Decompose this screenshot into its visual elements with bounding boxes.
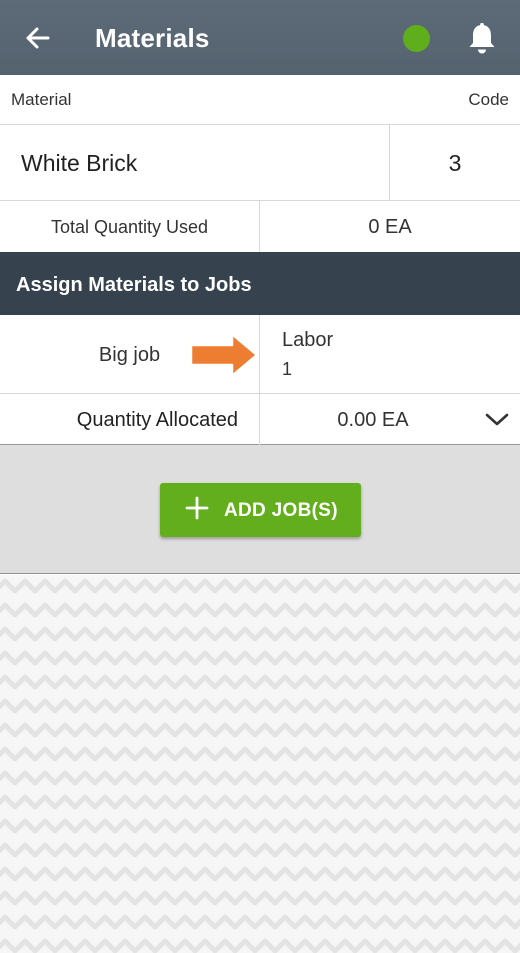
material-code: 3 <box>448 150 462 176</box>
code-column-label: Code <box>468 90 509 109</box>
status-indicator <box>403 25 430 52</box>
job-number: 1 <box>282 359 293 379</box>
back-arrow-icon[interactable] <box>22 22 54 54</box>
action-band: ADD JOB(S) <box>0 445 520 574</box>
page-title: Materials <box>95 23 210 53</box>
total-quantity-value: 0 EA <box>368 216 412 238</box>
job-type: Labor <box>282 329 334 351</box>
add-jobs-label: ADD JOB(S) <box>224 500 338 521</box>
quantity-allocated-label: Quantity Allocated <box>76 409 238 431</box>
material-name: White Brick <box>21 150 138 176</box>
quantity-allocated-value[interactable]: 0.00 EA <box>260 394 486 446</box>
app-bar: Materials <box>0 0 520 75</box>
pattern-graphic <box>0 575 520 953</box>
total-quantity-label: Total Quantity Used <box>50 217 209 237</box>
column-header-row: Material Code <box>0 75 520 125</box>
material-column-label: Material <box>11 90 72 109</box>
plus-icon <box>185 496 209 520</box>
bell-icon[interactable] <box>466 22 498 56</box>
arrow-right-icon <box>189 332 259 378</box>
material-row: White Brick 3 <box>0 125 520 201</box>
section-title: Assign Materials to Jobs <box>16 274 252 296</box>
assign-section-header: Assign Materials to Jobs <box>0 252 520 315</box>
background-pattern <box>0 575 520 953</box>
total-quantity-row: Total Quantity Used 0 EA <box>0 201 520 252</box>
job-row[interactable]: Big job Labor 1 <box>0 315 520 394</box>
add-jobs-button[interactable]: ADD JOB(S) <box>160 483 361 537</box>
quantity-allocated-row: Quantity Allocated 0.00 EA <box>0 394 520 445</box>
chevron-down-icon[interactable] <box>484 408 510 430</box>
